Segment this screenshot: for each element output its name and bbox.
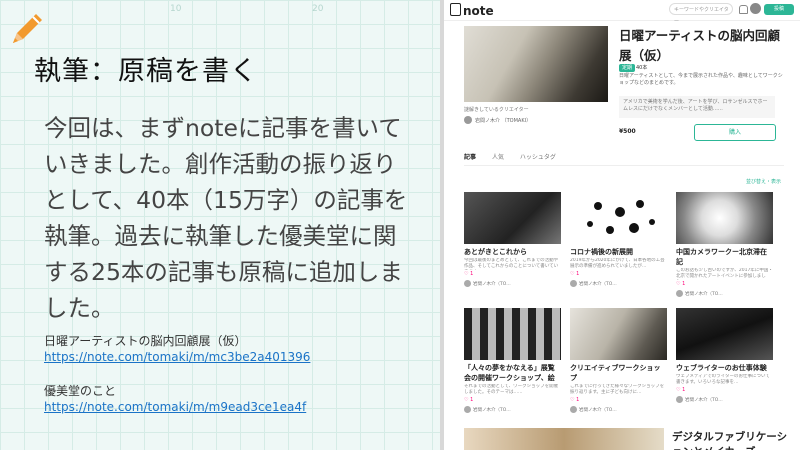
magazine-author[interactable]: 岩間ノ木介 （TOMAKI）: [464, 116, 531, 124]
like-count[interactable]: ♡ 1: [464, 271, 561, 277]
article-thumbnail: [570, 192, 667, 244]
article-excerpt: ウェブメディアでのライターのお仕事について書きます。いろいろな記事を…: [676, 374, 770, 385]
slide-title: 執筆：原稿を書く: [34, 56, 258, 87]
article-author: 岩間ノ木介（TO…: [676, 396, 773, 403]
reference-link[interactable]: https://note.com/tomaki/m/mc3be2a401396: [44, 349, 310, 365]
pencil-icon: [13, 14, 42, 43]
like-count[interactable]: ♡ 1: [676, 387, 773, 393]
article-excerpt: これまでに行ってきた様々なワークショップを振り返ります。主に子ども向けに…: [570, 384, 665, 395]
search-input[interactable]: キーワードやクリエイター: [669, 3, 733, 25]
reference-yubido: 優美堂のこと https://note.com/tomaki/m/m9ead3c…: [44, 383, 306, 415]
author-avatar: [464, 116, 472, 124]
article-title: 中国カメラワークー北京滞在記: [676, 248, 767, 266]
tab-popular[interactable]: 人気: [492, 154, 504, 161]
article-thumbnail: [676, 192, 773, 244]
site-header: note キーワードやクリエイター 投稿: [444, 0, 800, 25]
magazine-cover-image: [464, 26, 608, 102]
article-excerpt: 今回は最後のまとめとして、これまでの活動や作品、そしてこれからのことについて書い…: [464, 258, 559, 269]
article-thumbnail: [464, 308, 561, 360]
article-excerpt: 2019年から2020年にかけて、日本各地の工芸展示の準備が進められていましたが…: [570, 258, 665, 269]
magazine-notice: アメリカで美術を学んだ後、アートを学び、ロサンゼルスでホームレスにだけでなくメン…: [619, 96, 775, 118]
article-author: 岩間ノ木介（TO…: [464, 280, 561, 287]
ruler-label: 20: [312, 4, 324, 14]
article-thumbnail: [464, 192, 561, 244]
article-card[interactable]: 中国カメラワークー北京滞在記 このお話も少し古いのですが、2017年に中国・北京…: [676, 192, 773, 297]
article-author: 岩間ノ木介（TO…: [570, 406, 667, 413]
like-count[interactable]: ♡ 1: [676, 281, 773, 287]
note-magazine-page: note キーワードやクリエイター 投稿 謎解きしているクリエイター 岩間ノ木介…: [444, 0, 800, 450]
tab-hashtags[interactable]: ハッシュタグ: [520, 154, 556, 161]
magazine-price: ¥500: [619, 128, 636, 135]
post-button[interactable]: 投稿: [764, 4, 794, 15]
reference-label: 優美堂のこと: [44, 384, 117, 398]
note-logo[interactable]: note: [450, 3, 494, 18]
cover-caption: 謎解きしているクリエイター: [464, 107, 529, 113]
sort-link[interactable]: 並び替え・表示: [746, 178, 781, 185]
slide-body-text: 今回は、まずnoteに記事を書いていきました。創作活動の振り返りとして、40本（…: [44, 114, 408, 322]
reference-link[interactable]: https://note.com/tomaki/m/m9ead3ce1ea4f: [44, 399, 306, 415]
magazine-description: 日曜アーティストとして、今まで展示された作品や、趣味としてワークショップなどのま…: [619, 73, 783, 86]
article-title: あとがきとこれから: [464, 248, 527, 256]
article-count: 40本: [636, 65, 648, 71]
buy-button[interactable]: 購入: [694, 124, 776, 141]
like-count[interactable]: ♡ 1: [464, 397, 561, 403]
article-title: クリエイティブワークショップ: [570, 364, 661, 382]
article-excerpt: それまでの活動として、ワークショップを開催しました。そのテーマは……: [464, 384, 559, 395]
article-author: 岩間ノ木介（TO…: [570, 280, 667, 287]
like-count[interactable]: ♡ 1: [570, 397, 667, 403]
featured-article-image[interactable]: [464, 428, 664, 450]
avatar[interactable]: [750, 3, 761, 14]
magazine-title: 日曜アーティストの脳内回顧展（仮）: [619, 28, 781, 63]
article-thumbnail: [570, 308, 667, 360]
reference-label: 日曜アーティストの脳内回顧展（仮）: [44, 334, 247, 348]
article-card[interactable]: コロナ禍後の新展開 2019年から2020年にかけて、日本各地の工芸展示の準備が…: [570, 192, 667, 287]
article-title: コロナ禍後の新展開: [570, 248, 633, 256]
article-author: 岩間ノ木介（TO…: [676, 290, 773, 297]
article-title: ウェブライターのお仕事体験: [676, 364, 767, 372]
article-card[interactable]: ウェブライターのお仕事体験 ウェブメディアでのライターのお仕事について書きます。…: [676, 308, 773, 403]
article-card[interactable]: 「人々の夢をかなえる」展覧会の開催ワークショップ、絵を描く それまでの活動として…: [464, 308, 561, 413]
note-logo-icon: [450, 3, 461, 16]
article-title: 「人々の夢をかなえる」展覧会の開催ワークショップ、絵を描く: [464, 364, 555, 382]
magazine-tabs: 記事 人気 ハッシュタグ: [464, 152, 784, 166]
article-thumbnail: [676, 308, 773, 360]
presentation-slide: 10 20 執筆：原稿を書く 今回は、まずnoteに記事を書いていきました。創作…: [0, 0, 440, 450]
article-excerpt: このお話も少し古いのですが、2017年に中国・北京で開かれたアートイベントに参加…: [676, 268, 773, 279]
featured-article-title[interactable]: デジタルファブリケーションとメイカーズ: [672, 430, 792, 450]
article-card[interactable]: クリエイティブワークショップ これまでに行ってきた様々なワークショップを振り返り…: [570, 308, 667, 413]
magazine-tag: 定期: [619, 64, 636, 72]
article-author: 岩間ノ木介（TO…: [464, 406, 561, 413]
like-count[interactable]: ♡ 1: [570, 271, 667, 277]
bell-icon[interactable]: [739, 5, 748, 14]
article-card[interactable]: あとがきとこれから 今回は最後のまとめとして、これまでの活動や作品、そしてこれか…: [464, 192, 561, 287]
tab-articles[interactable]: 記事: [464, 154, 476, 161]
ruler-label: 10: [170, 4, 182, 14]
reference-magazine: 日曜アーティストの脳内回顧展（仮） https://note.com/tomak…: [44, 333, 310, 365]
